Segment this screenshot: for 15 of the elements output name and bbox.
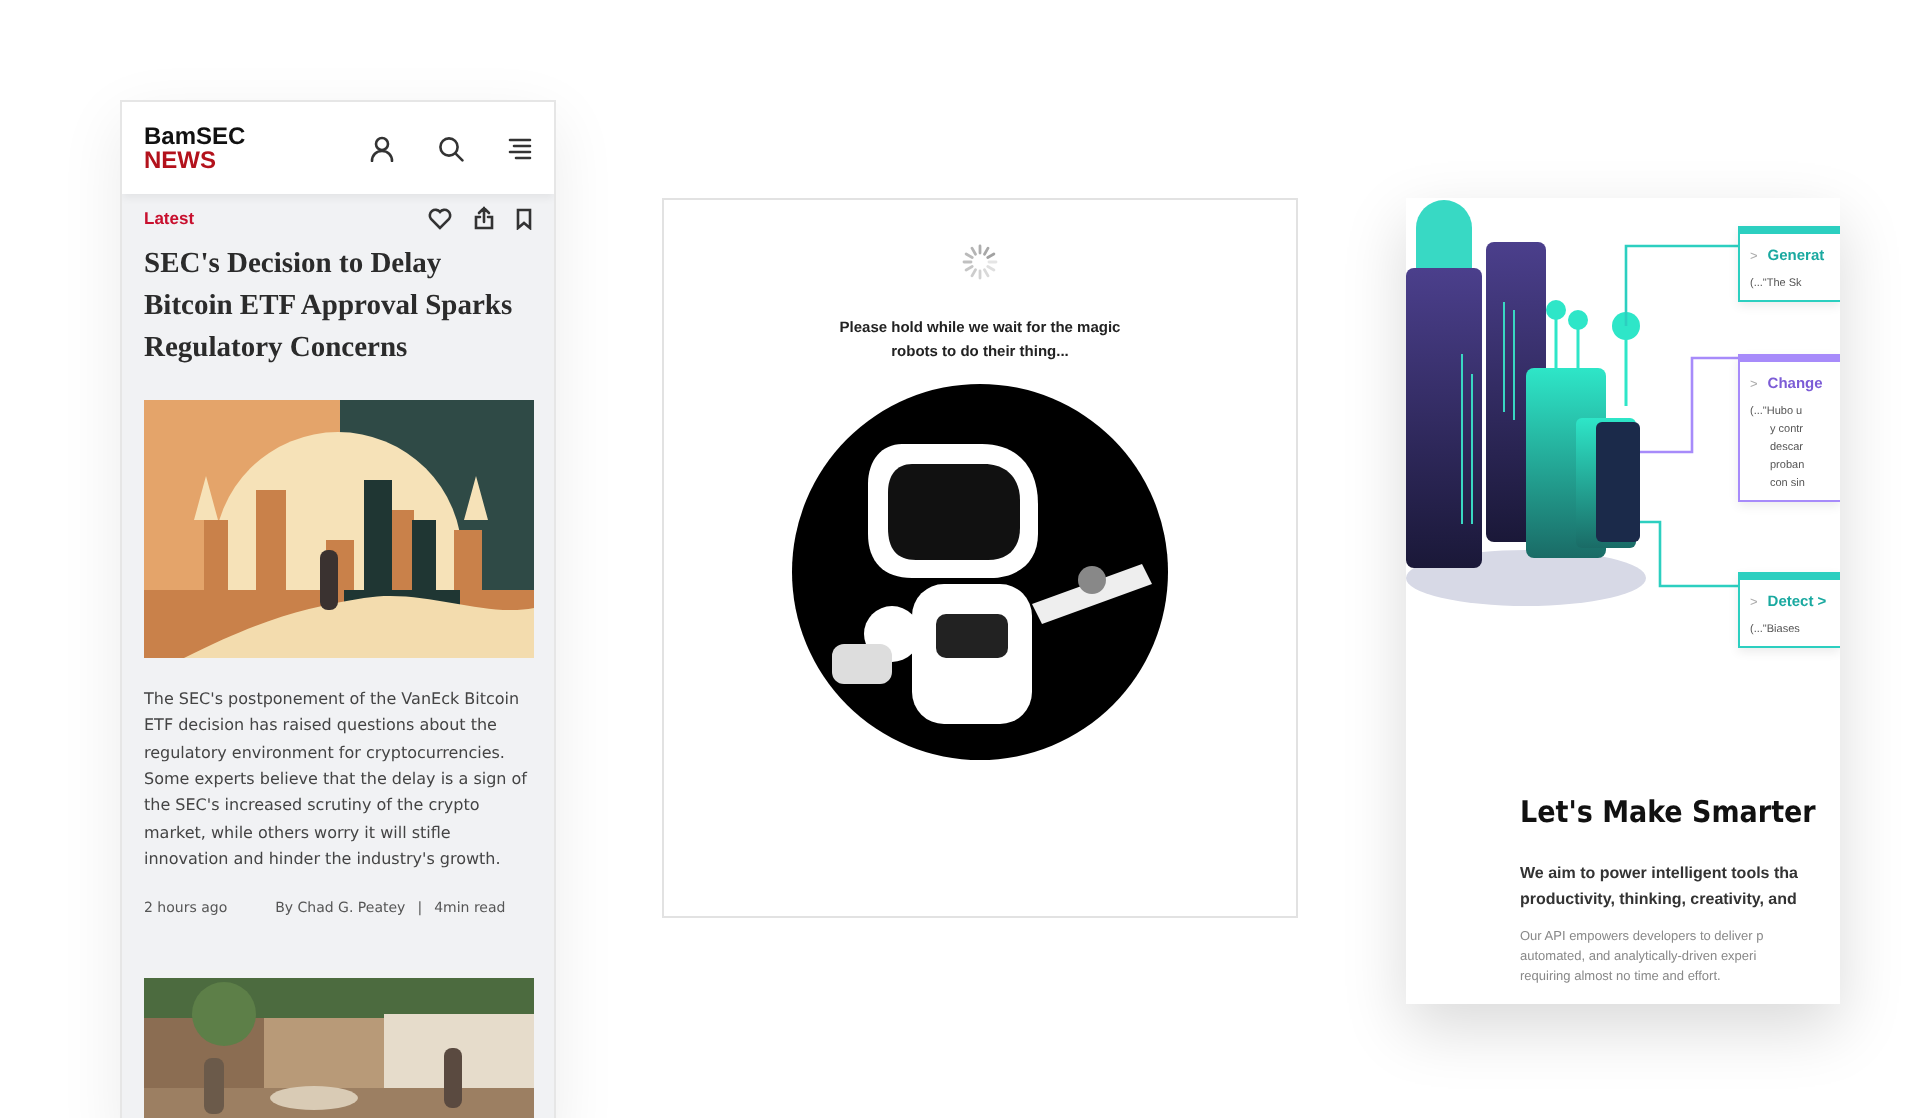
logo-text: NEWS [144, 148, 218, 172]
article-headline: SEC's Decision to Delay Bitcoin ETF Approval Sparks Regulatory Concerns [144, 245, 515, 368]
category-label: Latest [144, 206, 195, 232]
lead-text: productivity, thinking, creativity, and [1520, 887, 1799, 911]
spinner-icon [962, 244, 998, 280]
menu-icon[interactable] [508, 137, 532, 159]
bookmark-icon[interactable] [516, 207, 532, 230]
section-heading: Let's Make Smarter [1520, 792, 1816, 834]
share-icon[interactable] [474, 206, 494, 231]
search-icon[interactable] [438, 135, 464, 161]
heart-icon[interactable] [428, 207, 452, 230]
lead-text: We aim to power intelligent tools tha [1520, 861, 1800, 885]
article-summary: The SEC's postponement of the VanEck Bitcoin ETF decision has raised questions about the regulatory environment for cryptocurrencies. Some experts believe that the delay is a sign of the SEC's increased scrutiny of the crypto market, while others worry it will stifle innovation and hinder the industry's growth. [144, 687, 530, 873]
logo-text: BamSEC [144, 124, 246, 148]
user-icon[interactable] [370, 135, 394, 161]
